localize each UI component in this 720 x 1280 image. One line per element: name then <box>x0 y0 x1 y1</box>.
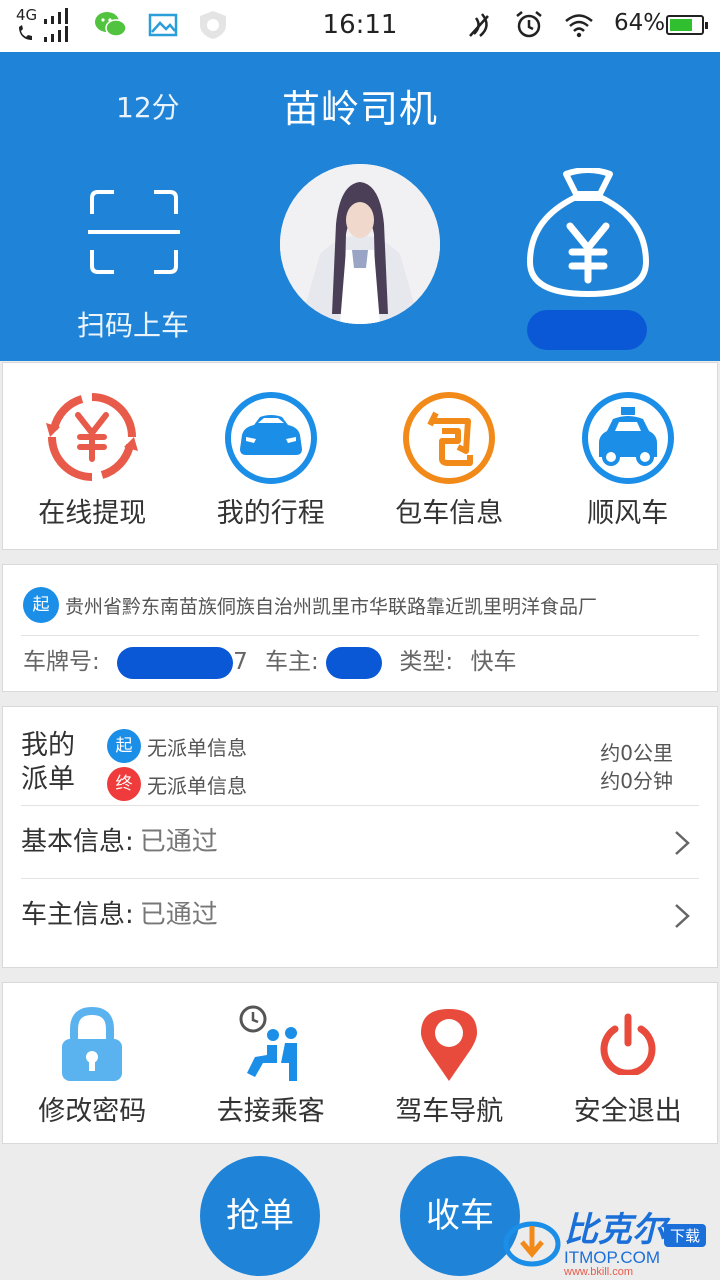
safe-logout-button[interactable]: 安全退出 <box>539 983 718 1143</box>
start-badge: 起 <box>107 729 141 763</box>
balance-redacted <box>527 310 647 350</box>
owner-label: 车主: <box>265 649 319 675</box>
basic-info-row[interactable]: 基本信息: 已通过 <box>21 806 699 878</box>
wifi-icon <box>565 14 593 38</box>
safe-logout-label: 安全退出 <box>573 1096 682 1127</box>
my-trips-button[interactable]: 我的行程 <box>182 363 361 549</box>
current-address-row: 起 贵州省黔东南苗族侗族自治州凯里市华联路靠近凯里明洋食品厂 <box>23 587 597 623</box>
taxi-car-icon <box>581 392 674 484</box>
plate-redacted <box>117 646 234 679</box>
watermark-site: ITMOP.COM <box>564 1248 661 1267</box>
watermark-site2: www.bkill.com <box>564 1266 634 1278</box>
yen-refresh-icon <box>46 393 139 481</box>
plate-label: 车牌号: <box>23 649 100 675</box>
type-value: 快车 <box>470 649 517 675</box>
driving-navigation-button[interactable]: 驾车导航 <box>360 983 539 1143</box>
owner-info-label: 车主信息: <box>21 900 134 930</box>
dispatch-start-text: 无派单信息 <box>147 735 247 760</box>
site-watermark: 比克尔 下载 ITMOP.COM www.bkill.com <box>502 1196 720 1280</box>
charter-info-label: 包车信息 <box>395 498 504 529</box>
my-dispatch-card: 我的派单 起 无派单信息 终 无派单信息 约0公里 约0分钟 基本信息: 已通过 … <box>2 706 718 968</box>
battery-fill <box>670 19 692 31</box>
basic-info-status: 已通过 <box>139 827 218 857</box>
bao-charter-icon <box>403 392 496 484</box>
pickup-passenger-icon <box>239 1005 297 1081</box>
scan-icon[interactable] <box>88 188 180 276</box>
divider <box>21 635 699 636</box>
watermark-brand: 比克尔 <box>564 1210 666 1250</box>
avatar[interactable] <box>280 164 440 324</box>
dispatch-distance: 约0公里 <box>600 741 673 765</box>
power-icon <box>600 1013 656 1075</box>
my-trips-label: 我的行程 <box>216 498 325 529</box>
lock-icon <box>62 1007 123 1081</box>
carpool-button[interactable]: 顺风车 <box>539 363 718 549</box>
driving-navigation-label: 驾车导航 <box>395 1096 504 1127</box>
current-address: 贵州省黔东南苗族侗族自治州凯里市华联路靠近凯里明洋食品厂 <box>65 595 598 618</box>
driver-header: 12分 苗岭司机 扫码上车 <box>0 52 720 361</box>
change-password-button[interactable]: 修改密码 <box>3 983 182 1143</box>
page-title: 苗岭司机 <box>281 87 438 131</box>
dispatch-start-row: 起 无派单信息 <box>107 729 247 763</box>
scan-to-board-button[interactable]: 扫码上车 <box>58 304 208 344</box>
quick-actions-card: 在线提现 我的行程 包车信息 顺风车 <box>2 362 718 550</box>
pickup-passenger-label: 去接乘客 <box>216 1096 325 1127</box>
nfc-icon <box>469 13 489 37</box>
owner-info-row[interactable]: 车主信息: 已通过 <box>21 879 699 951</box>
plate-tail: 7 <box>233 649 248 675</box>
car-front-icon <box>224 392 317 484</box>
chevron-right-icon <box>675 904 690 928</box>
vehicle-info-row: 车牌号: 7 车主: 类型: 快车 <box>23 645 516 679</box>
watermark-badge: 下载 <box>664 1224 707 1247</box>
status-bar: 4G 16:11 64% <box>0 0 720 52</box>
dispatch-end-text: 无派单信息 <box>147 773 247 798</box>
online-withdraw-label: 在线提现 <box>38 498 147 529</box>
clock: 16:11 <box>322 10 398 40</box>
alarm-icon <box>516 11 542 38</box>
map-pin-icon <box>421 1009 478 1081</box>
end-badge: 终 <box>107 767 141 801</box>
dispatch-end-row: 终 无派单信息 <box>107 767 247 801</box>
online-withdraw-button[interactable]: 在线提现 <box>3 363 182 549</box>
dispatch-title: 我的派单 <box>21 730 75 795</box>
change-password-label: 修改密码 <box>38 1096 147 1127</box>
grab-order-button[interactable]: 抢单 <box>200 1156 320 1276</box>
dispatch-duration: 约0分钟 <box>600 769 673 793</box>
carpool-label: 顺风车 <box>587 498 669 529</box>
vehicle-location-card: 起 贵州省黔东南苗族侗族自治州凯里市华联路靠近凯里明洋食品厂 车牌号: 7 车主… <box>2 564 718 692</box>
tools-card: 修改密码 去接乘客 驾车导航 安全退出 <box>2 982 718 1144</box>
pickup-passenger-button[interactable]: 去接乘客 <box>182 983 361 1143</box>
owner-redacted <box>326 646 383 679</box>
start-badge: 起 <box>23 587 59 623</box>
wallet-moneybag-icon[interactable] <box>526 168 650 298</box>
battery-percent: 64% <box>614 10 666 36</box>
battery-icon <box>666 15 708 35</box>
charter-info-button[interactable]: 包车信息 <box>360 363 539 549</box>
owner-info-status: 已通过 <box>139 900 218 930</box>
basic-info-label: 基本信息: <box>21 827 134 857</box>
type-label: 类型: <box>399 649 454 675</box>
chevron-right-icon <box>675 831 690 855</box>
avatar-photo <box>280 164 440 324</box>
